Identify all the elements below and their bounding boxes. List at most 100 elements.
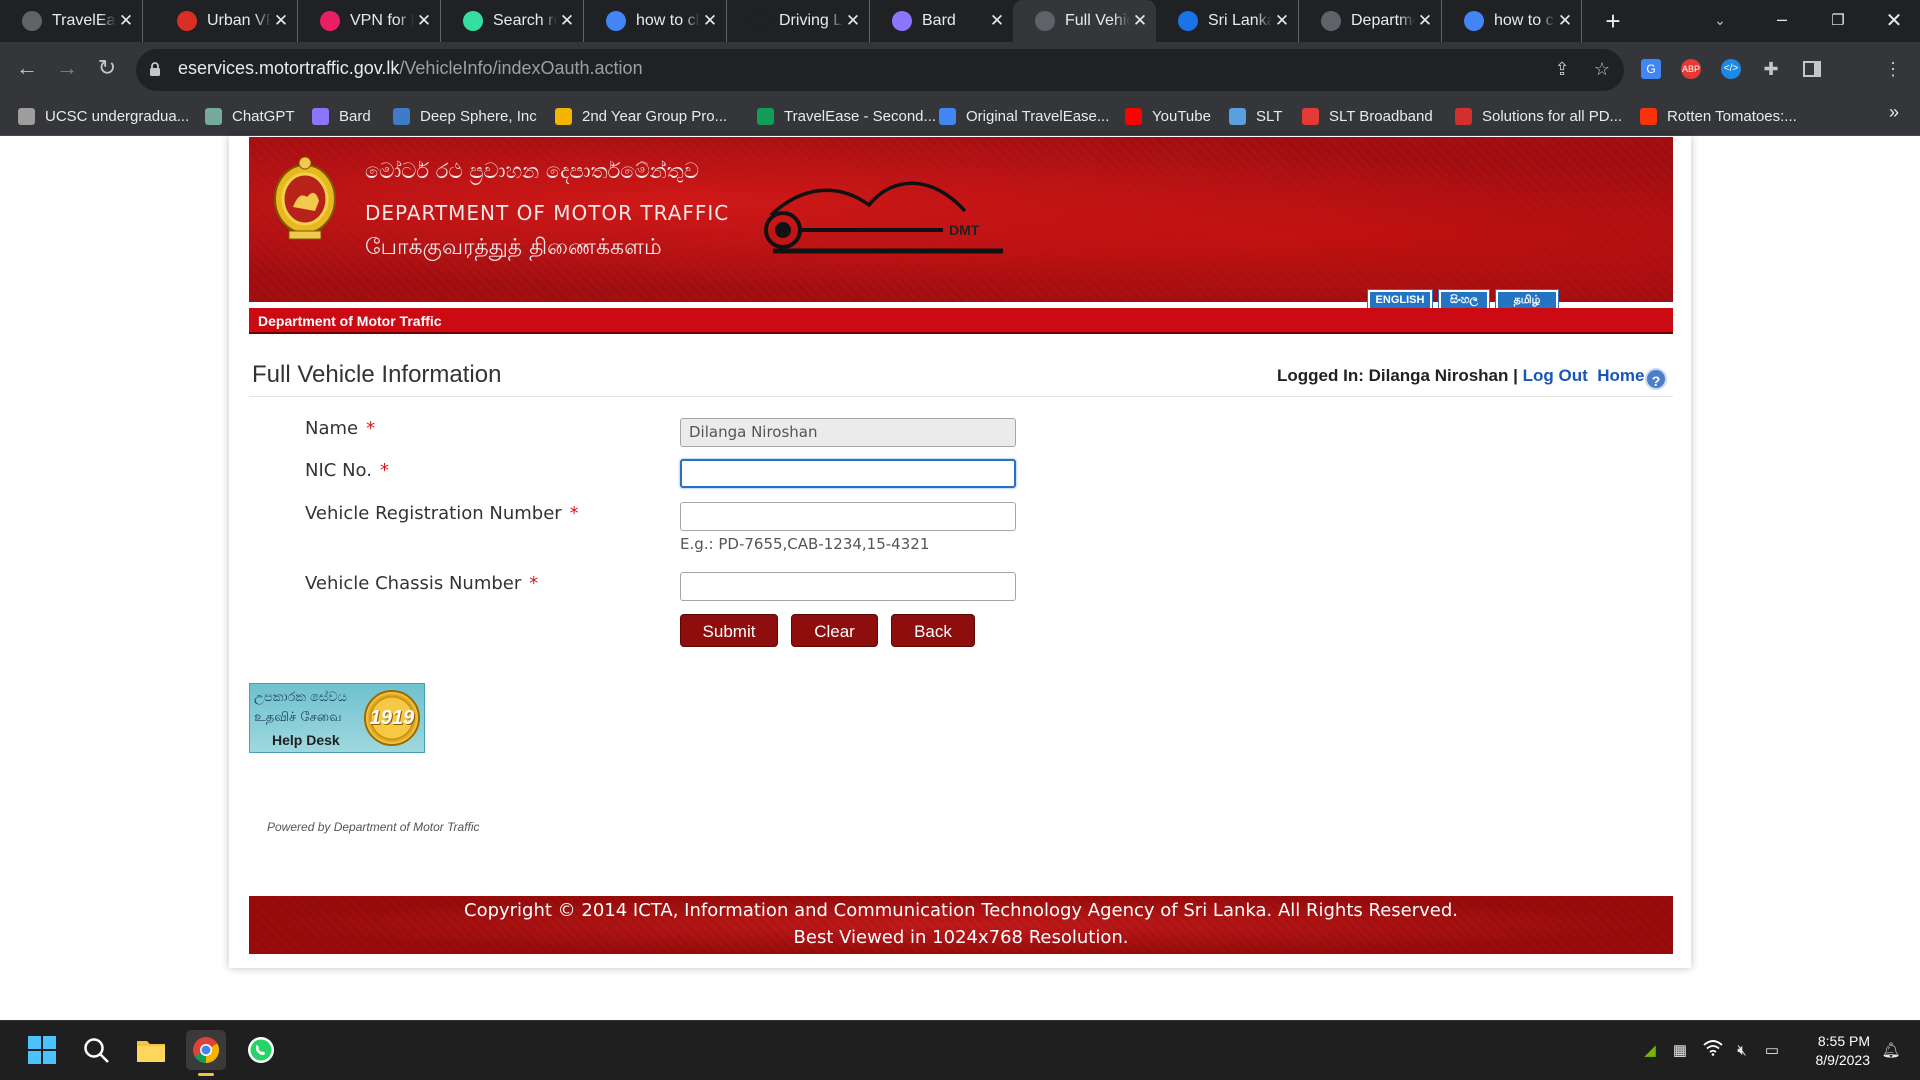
volume-muted-icon[interactable]: 🔇︎ (1731, 1040, 1753, 1062)
browser-tab[interactable]: how to check✕ (584, 0, 727, 42)
tab-close-icon[interactable]: ✕ (557, 11, 577, 31)
bookmark-item[interactable]: Original TravelEase... (939, 99, 1109, 133)
browser-tab[interactable]: Full Vehicle Information✕ (1013, 0, 1156, 42)
bookmark-favicon-icon (1302, 107, 1319, 125)
logout-link[interactable]: Log Out (1523, 366, 1588, 385)
tab-close-icon[interactable]: ✕ (987, 11, 1007, 31)
help-desk-banner[interactable]: උපකාරක සේවය உதவிச் சேவை Help Desk 1919 (249, 683, 425, 753)
bookmark-star-icon[interactable]: ☆ (1589, 56, 1615, 82)
bookmark-item[interactable]: Rotten Tomatoes:... (1640, 99, 1797, 133)
dmt-logo-text: DMT (949, 222, 980, 238)
browser-tab[interactable]: Search results✕ (441, 0, 584, 42)
code-extension-icon[interactable]: </> (1718, 56, 1744, 82)
nvidia-tray-icon[interactable]: ◢ (1639, 1040, 1661, 1062)
tab-close-icon[interactable]: ✕ (1415, 11, 1435, 31)
restore-button[interactable]: ❐ (1823, 6, 1853, 36)
globe-icon (22, 11, 42, 31)
bookmark-favicon-icon (393, 107, 410, 125)
extensions-puzzle-icon[interactable]: ✚ (1758, 56, 1784, 82)
chassis-label: Vehicle Chassis Number * (305, 573, 539, 594)
tab-title: VPN for Desktop (350, 12, 414, 29)
search-icon[interactable] (78, 1032, 114, 1068)
page-title: Full Vehicle Information (252, 361, 502, 388)
wifi-icon[interactable] (1702, 1040, 1724, 1062)
home-link[interactable]: Home (1597, 366, 1644, 385)
reload-icon[interactable]: ↻ (92, 53, 122, 83)
tab-close-icon[interactable]: ✕ (116, 11, 136, 31)
gmail-icon (177, 11, 197, 31)
file-explorer-icon[interactable] (133, 1032, 169, 1068)
tab-close-icon[interactable]: ✕ (1555, 11, 1575, 31)
close-window-button[interactable]: ✕ (1879, 6, 1909, 36)
chassis-field[interactable] (680, 572, 1016, 601)
forward-arrow-icon[interactable]: → (52, 53, 82, 83)
tab-search-icon[interactable]: ⌄ (1708, 8, 1732, 32)
registration-field[interactable] (680, 502, 1016, 531)
chrome-taskbar-icon[interactable] (186, 1030, 226, 1070)
tab-close-icon[interactable]: ✕ (1272, 11, 1292, 31)
tab-close-icon[interactable]: ✕ (843, 11, 863, 31)
browser-tab[interactable]: Department✕ (1299, 0, 1442, 42)
tab-title: TravelEase (52, 12, 116, 29)
translate-extension-icon[interactable]: G (1638, 56, 1664, 82)
tray-app-icon[interactable]: ▦ (1669, 1040, 1691, 1062)
bookmark-item[interactable]: SLT Broadband (1302, 99, 1433, 133)
bookmark-label: UCSC undergradua... (45, 107, 190, 125)
header-tamil-title: போக்குவரத்துத் திணைக்களம் (365, 235, 662, 260)
url-text[interactable]: eservices.motortraffic.gov.lk/VehicleInf… (178, 58, 643, 79)
side-panel-icon[interactable] (1799, 56, 1825, 82)
bookmark-item[interactable]: UCSC undergradua... (18, 99, 189, 133)
notifications-icon[interactable]: 🔔︎ (1880, 1040, 1902, 1062)
name-field[interactable]: Dilanga Niroshan (680, 418, 1016, 447)
bookmark-item[interactable]: Solutions for all PD... (1455, 99, 1622, 133)
bookmark-item[interactable]: ChatGPT (205, 99, 295, 133)
browser-tab[interactable]: Driving License✕ (727, 0, 870, 42)
bookmark-favicon-icon (1229, 107, 1246, 125)
tripadvisor-icon (463, 11, 483, 31)
system-clock[interactable]: 8:55 PM 8/9/2023 (1800, 1032, 1871, 1070)
bookmark-item[interactable]: Deep Sphere, Inc (393, 99, 537, 133)
browser-tab[interactable]: TravelEase✕ (0, 0, 143, 42)
tab-close-icon[interactable]: ✕ (700, 11, 720, 31)
whatsapp-icon[interactable] (243, 1032, 279, 1068)
help-desk-english: Help Desk (272, 732, 340, 748)
bookmark-item[interactable]: 2nd Year Group Pro... (555, 99, 727, 133)
bookmark-item[interactable]: SLT (1229, 99, 1282, 133)
tab-title: Full Vehicle Information (1065, 12, 1130, 29)
submit-button[interactable]: Submit (680, 614, 778, 647)
bookmark-item[interactable]: YouTube (1125, 99, 1211, 133)
bookmark-label: ChatGPT (232, 107, 295, 125)
powered-by-text: Powered by Department of Motor Traffic (267, 820, 480, 834)
tab-close-icon[interactable]: ✕ (271, 11, 291, 31)
tab-close-icon[interactable]: ✕ (1130, 11, 1150, 31)
browser-tab[interactable]: Bard ✕ (870, 0, 1013, 42)
minimize-button[interactable]: – (1767, 6, 1797, 36)
bookmark-favicon-icon (555, 107, 572, 125)
nic-field[interactable] (680, 459, 1016, 488)
new-tab-button[interactable]: + (1598, 6, 1628, 36)
menu-dots-icon[interactable]: ⋮ (1880, 56, 1906, 82)
bookmark-label: TravelEase - Second... (784, 107, 937, 125)
bookmark-label: Original TravelEase... (966, 107, 1110, 125)
lock-icon[interactable] (148, 61, 162, 77)
help-desk-tamil: உதவிச் சேவை (254, 710, 342, 725)
tab-close-icon[interactable]: ✕ (414, 11, 434, 31)
help-icon[interactable]: ? (1645, 368, 1667, 390)
back-arrow-icon[interactable]: ← (12, 53, 42, 83)
footer-resolution-note: Best Viewed in 1024x768 Resolution. (793, 927, 1129, 948)
tab-title: Department (1351, 12, 1415, 29)
adblock-extension-icon[interactable]: ABP (1678, 56, 1704, 82)
battery-icon[interactable]: ▭ (1761, 1040, 1783, 1062)
site-navbar: Department of Motor Traffic (249, 308, 1673, 334)
share-icon[interactable]: ⇪ (1549, 56, 1575, 82)
bookmark-item[interactable]: TravelEase - Second... (757, 99, 936, 133)
browser-tab[interactable]: how to check✕ (1442, 0, 1582, 42)
back-button[interactable]: Back (891, 614, 975, 647)
bookmark-item[interactable]: Bard (312, 99, 371, 133)
clear-button[interactable]: Clear (791, 614, 878, 647)
browser-tab[interactable]: VPN for Desktop✕ (298, 0, 441, 42)
windows-start-icon[interactable] (24, 1032, 60, 1068)
browser-tab[interactable]: Urban VPN✕ (155, 0, 298, 42)
bookmarks-overflow-icon[interactable]: » (1884, 102, 1904, 126)
browser-tab[interactable]: Sri Lanka ✕ (1156, 0, 1299, 42)
